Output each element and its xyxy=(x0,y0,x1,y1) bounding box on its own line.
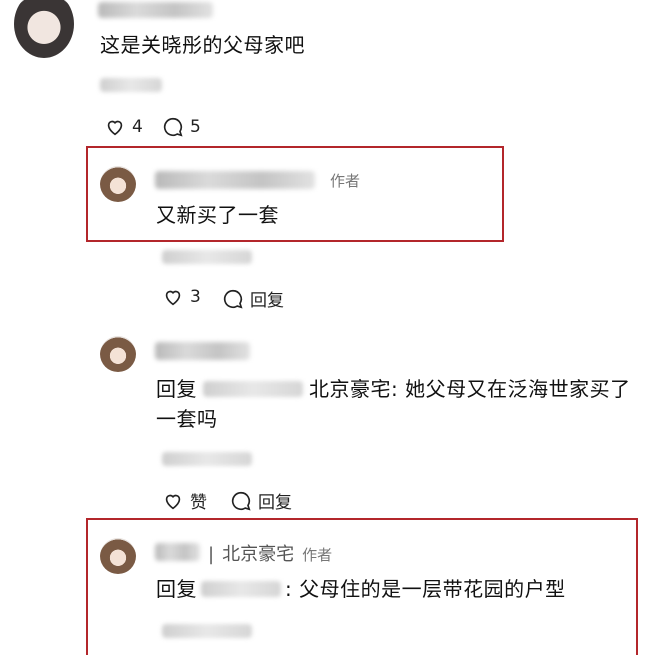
reply-prefix: 回复 xyxy=(156,577,197,601)
author-line: | 北京豪宅 作者 xyxy=(208,540,332,566)
comment-text-line1: 北京豪宅: 她父母又在泛海世家买了 xyxy=(309,377,631,401)
author-name: 北京豪宅 xyxy=(222,544,295,565)
avatar[interactable] xyxy=(100,538,136,574)
mention-blurred xyxy=(203,381,303,397)
comment-text: 这是关晓彤的父母家吧 xyxy=(100,33,305,57)
username-blurred xyxy=(155,342,250,360)
avatar[interactable] xyxy=(100,336,136,372)
comment-text-body: : 父母住的是一层带花园的户型 xyxy=(285,577,566,601)
username-blurred xyxy=(155,543,200,561)
mention-blurred xyxy=(201,581,281,597)
reply-label: 回复 xyxy=(258,493,292,513)
avatar[interactable] xyxy=(100,166,136,202)
highlight-box xyxy=(86,146,504,242)
comment-meta-blurred xyxy=(162,250,252,264)
like-button[interactable]: 3 xyxy=(162,286,201,308)
reply-label: 回复 xyxy=(250,291,284,311)
comment-meta-blurred xyxy=(162,624,252,638)
heart-icon xyxy=(165,494,181,509)
like-count: 3 xyxy=(190,287,201,307)
comment-icon xyxy=(231,491,251,510)
reply-button[interactable]: 5 xyxy=(162,116,201,138)
author-separator: | xyxy=(208,544,215,565)
comment-meta-blurred xyxy=(162,452,252,466)
comment-text-line2: 一套吗 xyxy=(156,407,218,431)
heart-icon xyxy=(165,290,181,306)
comment-text: 回复 : 父母住的是一层带花园的户型 xyxy=(156,574,566,604)
comment-icon xyxy=(163,117,183,137)
author-tag: 作者 xyxy=(330,172,361,190)
reply-count: 5 xyxy=(190,117,201,137)
like-label: 赞 xyxy=(190,493,207,513)
like-button[interactable]: 4 xyxy=(104,116,143,138)
author-tag: 作者 xyxy=(302,546,333,564)
like-count: 4 xyxy=(132,117,143,137)
heart-icon xyxy=(107,120,123,136)
comment-text: 回复 北京豪宅: 她父母又在泛海世家买了 xyxy=(156,374,631,404)
comment-meta-blurred xyxy=(100,78,162,92)
reply-button[interactable]: 回复 xyxy=(222,286,284,311)
reply-button[interactable]: 回复 xyxy=(230,488,292,513)
reply-prefix: 回复 xyxy=(156,377,197,401)
comment-text: 又新买了一套 xyxy=(156,203,279,227)
username-blurred xyxy=(98,2,213,18)
avatar[interactable] xyxy=(14,0,74,58)
username-blurred xyxy=(155,171,315,189)
comment-icon xyxy=(223,289,243,308)
like-button[interactable]: 赞 xyxy=(162,488,207,513)
